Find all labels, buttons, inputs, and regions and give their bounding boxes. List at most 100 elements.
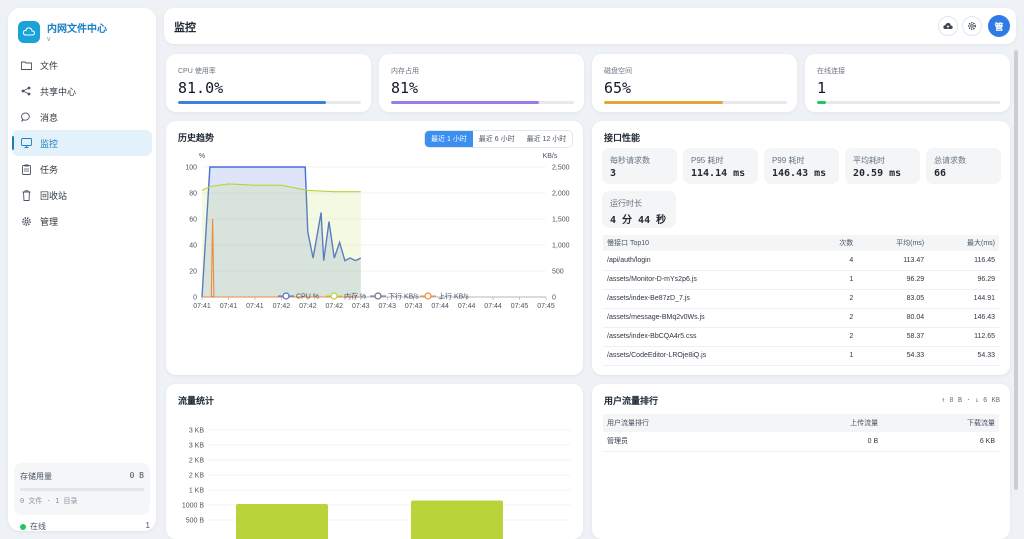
page-scrollbar[interactable] xyxy=(1014,50,1018,490)
max-cell: 112.65 xyxy=(928,327,999,347)
y-tick-label: 100 xyxy=(185,165,197,172)
user-cell: 管理员 xyxy=(603,432,766,452)
endpoint-cell: /api/auth/login xyxy=(603,251,814,271)
sidebar-item-admin[interactable]: 管理 xyxy=(12,208,152,234)
metric-value: 4 分 44 秒 xyxy=(610,215,667,226)
x-tick-label: 07:44 xyxy=(431,303,449,310)
traffic-stats-card: 流量统计 3 KB 3 KB 2 KB 2 KB 1 KB 1000 B 500 B xyxy=(166,384,583,539)
table-row[interactable]: /assets/index-Be87zD_7.js 2 83.05 144.91 xyxy=(603,289,999,309)
sidebar-item-share[interactable]: 共享中心 xyxy=(12,78,152,104)
x-tick-label: 07:41 xyxy=(220,303,238,310)
sidebar-item-monitor[interactable]: 监控 xyxy=(12,130,152,156)
count-cell: 1 xyxy=(814,346,858,366)
y-tick-label: 500 B xyxy=(186,518,205,525)
legend-label: 内存 % xyxy=(344,292,366,301)
y-tick-label: 2 KB xyxy=(189,458,205,465)
sidebar-item-recycle[interactable]: 回收站 xyxy=(12,182,152,208)
metric-label: 总请求数 xyxy=(934,156,966,165)
sidebar-item-label: 管理 xyxy=(40,216,59,227)
settings-button[interactable] xyxy=(962,16,982,36)
y-tick-label: 2 KB xyxy=(189,473,205,480)
trash-icon xyxy=(20,189,32,201)
page-title: 监控 xyxy=(174,22,196,34)
online-count: 1 xyxy=(145,521,150,530)
table-row[interactable]: /assets/index-BbCQA4r5.css 2 58.37 112.65 xyxy=(603,327,999,347)
max-cell: 96.29 xyxy=(928,270,999,290)
stat-label: 内存占用 xyxy=(391,68,419,75)
avg-cell: 113.47 xyxy=(857,251,929,271)
max-cell: 146.43 xyxy=(928,308,999,328)
legend-marker xyxy=(374,292,382,300)
x-tick-label: 07:43 xyxy=(405,303,423,310)
count-cell: 2 xyxy=(814,308,858,328)
table-row[interactable]: /assets/CodeEditor-LROje8iQ.js 1 54.33 54.3… xyxy=(603,346,999,366)
sidebar-item-files[interactable]: 文件 xyxy=(12,52,152,78)
avg-cell: 58.37 xyxy=(857,327,929,347)
history-trend-card: 历史趋势 最近 1 小时 最近 6 小时 最近 12 小时 % KB/s 0 20 40… xyxy=(166,121,583,375)
storage-value: 0 B xyxy=(129,471,144,480)
table-row[interactable]: /api/auth/login 4 113.47 116.45 xyxy=(603,251,999,271)
stat-progress-bar xyxy=(817,101,1000,104)
x-tick-label: 07:42 xyxy=(299,303,317,310)
avg-cell: 54.33 xyxy=(857,346,929,366)
legend-label: 上行 KB/s xyxy=(438,292,469,301)
gear-icon xyxy=(968,22,976,30)
sidebar-item-messages[interactable]: 消息 xyxy=(12,104,152,130)
metric-p95: P95 耗时 114.14 ms xyxy=(683,148,758,184)
legend-label: CPU % xyxy=(296,294,319,301)
gear-icon xyxy=(20,215,32,227)
clipboard-icon xyxy=(20,163,32,175)
tab-last-12h[interactable]: 最近 12 小时 xyxy=(520,131,573,147)
brand-title: 内网文件中心 xyxy=(47,24,107,35)
x-tick-label: 07:43 xyxy=(378,303,396,310)
stat-label: 磁盘空间 xyxy=(604,68,632,75)
share-icon xyxy=(20,85,32,97)
cloud-upload-button[interactable] xyxy=(938,16,958,36)
y2-tick-label: 0 xyxy=(552,295,556,302)
stat-progress-bar xyxy=(604,101,787,104)
brand[interactable]: 内网文件中心 v xyxy=(18,20,107,43)
stat-label: 在线连接 xyxy=(817,68,845,75)
stat-card-connections: 在线连接 1 xyxy=(805,54,1010,112)
count-cell: 1 xyxy=(814,270,858,290)
table-row[interactable]: /assets/Monitor-D-mYs2p6.js 1 96.29 96.29 xyxy=(603,270,999,290)
storage-summary: 0 文件 · 1 目录 xyxy=(20,497,78,505)
interface-perf-card: 接口性能 每秒请求数 3 P95 耗时 114.14 ms P99 耗时 146… xyxy=(592,121,1010,375)
x-tick-label: 07:42 xyxy=(273,303,291,310)
endpoint-cell: /assets/index-BbCQA4r5.css xyxy=(603,327,814,347)
stat-progress-bar xyxy=(178,101,361,104)
stat-label: CPU 使用率 xyxy=(178,68,216,75)
count-cell: 2 xyxy=(814,327,858,347)
storage-usage-panel: 存储用量 0 B 0 文件 · 1 目录 xyxy=(14,463,150,515)
y-tick-label: 3 KB xyxy=(189,443,205,450)
metric-p99: P99 耗时 146.43 ms xyxy=(764,148,839,184)
tab-last-6h[interactable]: 最近 6 小时 xyxy=(472,131,521,147)
stat-card-disk: 磁盘空间 65% xyxy=(592,54,797,112)
table-row[interactable]: /assets/message-BMq2v0Ws.js 2 80.04 146.43 xyxy=(603,308,999,328)
sidebar: 内网文件中心 v 文件 共享中心 消息 监控 任务 回收站 管理 存储用量 0 … xyxy=(8,8,156,531)
max-cell: 54.33 xyxy=(928,346,999,366)
x-tick-label: 07:45 xyxy=(511,303,529,310)
endpoint-cell: /assets/message-BMq2v0Ws.js xyxy=(603,308,814,328)
endpoint-cell: /assets/CodeEditor-LROje8iQ.js xyxy=(603,346,814,366)
metric-total: 总请求数 66 xyxy=(926,148,1001,184)
x-tick-label: 07:41 xyxy=(246,303,264,310)
online-dot-icon xyxy=(20,523,26,530)
history-title: 历史趋势 xyxy=(178,133,215,143)
col-endpoint: 慢接口 Top10 xyxy=(603,235,814,251)
stat-value: 81.0% xyxy=(178,79,224,97)
sidebar-item-tasks[interactable]: 任务 xyxy=(12,156,152,182)
user-traffic-title: 用户流量排行 xyxy=(604,396,659,406)
col-upload: 上传流量 xyxy=(765,414,883,432)
online-status: 在线 1 xyxy=(20,521,150,532)
table-header-row: 用户流量排行 上传流量 下载流量 xyxy=(603,414,999,432)
legend-marker xyxy=(282,292,290,300)
slow-endpoints-table: 慢接口 Top10 次数 平均(ms) 最大(ms) /api/auth/log… xyxy=(603,235,999,366)
y2-tick-label: 1,500 xyxy=(552,217,570,224)
table-row[interactable]: 管理员 0 B6 KB xyxy=(603,432,999,452)
metric-label: P99 耗时 xyxy=(772,156,805,165)
table-header-row: 慢接口 Top10 次数 平均(ms) 最大(ms) xyxy=(603,235,999,251)
tab-last-1h[interactable]: 最近 1 小时 xyxy=(425,131,473,147)
avatar[interactable]: 管 xyxy=(988,15,1010,37)
col-max: 最大(ms) xyxy=(928,235,999,251)
